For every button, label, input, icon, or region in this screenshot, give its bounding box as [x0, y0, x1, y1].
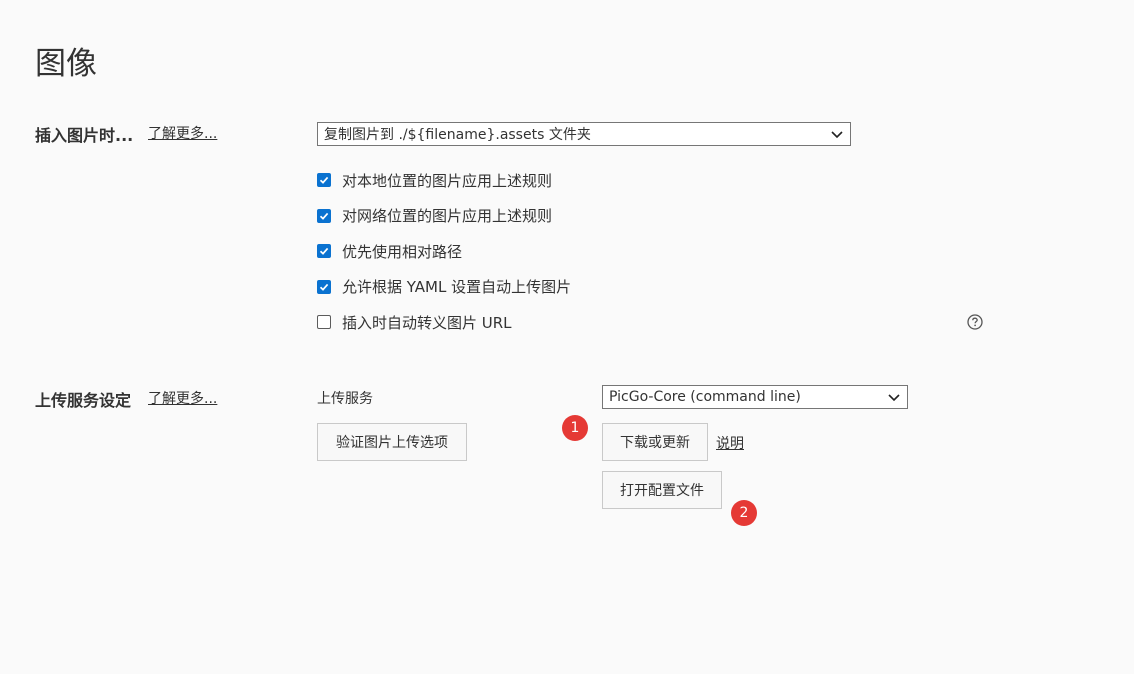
option-label: 允许根据 YAML 设置自动上传图片: [342, 278, 572, 296]
upload-learn-more-link[interactable]: 了解更多...: [148, 388, 217, 408]
option-yaml-upload[interactable]: 允许根据 YAML 设置自动上传图片: [317, 275, 571, 299]
option-escape-url[interactable]: 插入时自动转义图片 URL: [317, 310, 571, 334]
option-label: 对本地位置的图片应用上述规则: [342, 171, 553, 190]
upload-service-select-value: PicGo-Core (command line): [609, 389, 801, 405]
option-relative-path[interactable]: 优先使用相对路径: [317, 239, 571, 263]
check-icon: [319, 283, 329, 291]
checkbox-escape-url[interactable]: [317, 315, 331, 329]
explain-link[interactable]: 说明: [716, 433, 744, 453]
option-label: 优先使用相对路径: [342, 242, 463, 261]
check-icon: [319, 176, 329, 184]
validate-upload-button[interactable]: 验证图片上传选项: [317, 423, 467, 461]
checkbox-yaml-upload[interactable]: [317, 279, 331, 294]
option-label: 对网络位置的图片应用上述规则: [342, 207, 553, 225]
question-circle-icon[interactable]: [967, 314, 983, 330]
insert-learn-more-link[interactable]: 了解更多...: [148, 123, 217, 143]
chevron-down-icon: [888, 394, 900, 402]
checkbox-local-images[interactable]: [317, 173, 331, 187]
page-title: 图像: [35, 46, 97, 82]
insert-options-list: 对本地位置的图片应用上述规则 对网络位置的图片应用上述规则 优先使用相对路径 允…: [317, 168, 571, 334]
badge-2: 2: [731, 500, 757, 526]
insert-action-select[interactable]: 复制图片到 ./${filename}.assets 文件夹: [317, 122, 851, 146]
option-local-images[interactable]: 对本地位置的图片应用上述规则: [317, 168, 571, 192]
chevron-down-icon: [831, 131, 843, 139]
insert-action-select-value: 复制图片到 ./${filename}.assets 文件夹: [324, 127, 591, 143]
download-update-button[interactable]: 下载或更新: [602, 423, 708, 461]
upload-section-label: 上传服务设定: [35, 391, 132, 410]
check-icon: [319, 212, 329, 220]
checkbox-network-images[interactable]: [317, 208, 331, 223]
option-label: 插入时自动转义图片 URL: [342, 313, 512, 332]
insert-section-label: 插入图片时...: [35, 126, 134, 145]
option-network-images[interactable]: 对网络位置的图片应用上述规则: [317, 204, 571, 228]
badge-1: 1: [562, 415, 588, 441]
upload-service-select[interactable]: PicGo-Core (command line): [602, 385, 908, 409]
open-config-button[interactable]: 打开配置文件: [602, 471, 722, 509]
upload-service-label: 上传服务: [317, 391, 373, 407]
checkbox-relative-path[interactable]: [317, 244, 331, 258]
check-icon: [319, 247, 329, 255]
